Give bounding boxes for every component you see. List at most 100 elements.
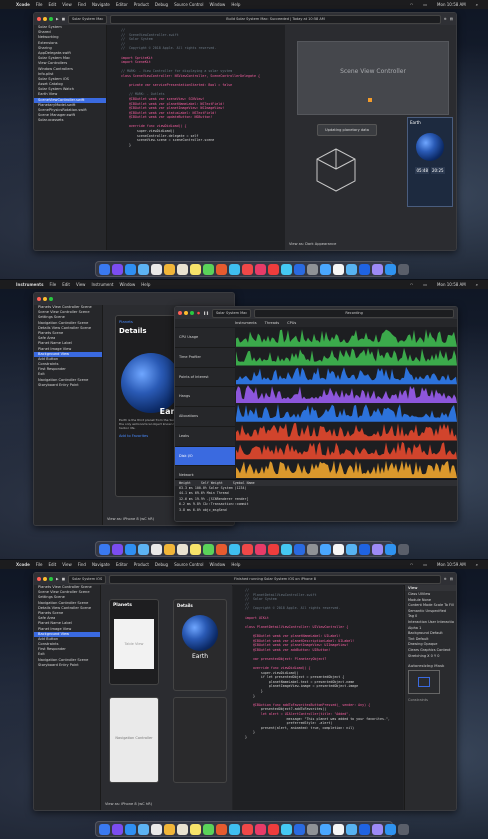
dock-app-icon[interactable] [346, 263, 357, 275]
record-icon[interactable]: ● [197, 311, 200, 315]
navigator-item[interactable]: Solar.xcassets [34, 118, 106, 123]
dock-app-icon[interactable] [190, 263, 201, 275]
device-selector[interactable]: View as: iPhone 8 (wC hR) [107, 517, 154, 521]
dock-app-icon[interactable] [125, 823, 136, 835]
spotlight-icon[interactable]: ⌕ [476, 2, 478, 7]
pause-icon[interactable]: ❚❚ [203, 311, 209, 315]
dock-app-icon[interactable] [320, 823, 331, 835]
menu-product[interactable]: Product [134, 2, 149, 7]
instrument-track-label[interactable]: Time Profiler [175, 348, 235, 368]
close-icon[interactable] [178, 311, 182, 315]
dock-app-icon[interactable] [99, 823, 110, 835]
editor-layout-icon[interactable]: ▤ [450, 17, 453, 21]
minimize-icon[interactable] [184, 311, 188, 315]
dock-app-icon[interactable] [398, 263, 409, 275]
autoresizing-mask-control[interactable] [408, 670, 440, 695]
dock-app-icon[interactable] [346, 543, 357, 555]
menu-debug[interactable]: Debug [155, 2, 168, 7]
wifi-icon[interactable]: ◠ [410, 282, 414, 287]
target-selector[interactable]: Solar System Mac [211, 308, 252, 318]
close-icon[interactable] [37, 17, 41, 21]
dock-app-icon[interactable] [151, 543, 162, 555]
source-editor[interactable]: //// SceneViewController.swift// Solar S… [107, 25, 285, 250]
menu-editor[interactable]: Editor [116, 2, 128, 7]
dock-app-icon[interactable] [281, 543, 292, 555]
inspector-row[interactable]: Interaction User Interaction Enabled [408, 620, 454, 626]
library-icon[interactable]: ⊕ [444, 577, 447, 581]
wifi-icon[interactable]: ◠ [410, 2, 414, 7]
dock-app-icon[interactable] [398, 543, 409, 555]
menu-navigate[interactable]: Navigate [92, 562, 110, 567]
dock-app-icon[interactable] [203, 823, 214, 835]
menu-file[interactable]: File [49, 282, 56, 287]
menu-window[interactable]: Window [119, 282, 135, 287]
instrument-track-label[interactable]: Leaks [175, 427, 235, 447]
menu-view[interactable]: View [62, 2, 72, 7]
timeline-track-graph[interactable] [236, 347, 457, 366]
battery-icon[interactable]: ▭ [423, 562, 427, 567]
dock-app-icon[interactable] [385, 823, 396, 835]
timeline-track-graph[interactable] [236, 460, 457, 478]
run-icon[interactable]: ▶ [56, 577, 59, 581]
dock-app-icon[interactable] [255, 823, 266, 835]
instrument-track-label[interactable]: Disk I/O [175, 446, 235, 467]
settings-scene-phone[interactable] [173, 697, 227, 783]
menu-product[interactable]: Product [134, 562, 149, 567]
timeline-track-graph[interactable] [236, 404, 457, 422]
dock-app-icon[interactable] [372, 263, 383, 275]
dock-app-icon[interactable] [112, 543, 123, 555]
menu-editor[interactable]: Editor [116, 562, 128, 567]
menu-app-name[interactable]: Instruments [16, 282, 43, 287]
timeline-track-graph[interactable] [236, 441, 457, 460]
dock-app-icon[interactable] [359, 823, 370, 835]
timeline-track-graph[interactable] [236, 423, 457, 441]
close-icon[interactable] [37, 297, 41, 301]
tab-cpus[interactable]: CPUs [287, 321, 296, 325]
dock-app-icon[interactable] [385, 543, 396, 555]
menu-file[interactable]: File [36, 2, 43, 7]
dock-app-icon[interactable] [229, 823, 240, 835]
menu-find[interactable]: Find [78, 562, 86, 567]
dock-app-icon[interactable] [333, 543, 344, 555]
code-line[interactable]: } [121, 143, 285, 148]
assistant-editor[interactable]: //// PlanetDetailViewController.swift// … [233, 585, 403, 810]
dock-app-icon[interactable] [242, 263, 253, 275]
dock-app-icon[interactable] [151, 263, 162, 275]
dock-app-icon[interactable] [164, 543, 175, 555]
instrument-track-label[interactable]: CPU Usage [175, 328, 235, 348]
dock-app-icon[interactable] [359, 543, 370, 555]
dock-app-icon[interactable] [216, 543, 227, 555]
timeline-graphs[interactable] [236, 328, 457, 478]
outline-item[interactable]: Storyboard Entry Point [34, 663, 100, 668]
dock-app-icon[interactable] [164, 823, 175, 835]
dock-app-icon[interactable] [242, 543, 253, 555]
dock-app-icon[interactable] [229, 263, 240, 275]
appearance-toggle[interactable]: View as: Dark Appearance [289, 242, 336, 246]
run-icon[interactable]: ▶ [56, 17, 59, 21]
menu-app-name[interactable]: Xcode [16, 562, 30, 567]
menu-help[interactable]: Help [141, 282, 150, 287]
wifi-icon[interactable]: ◠ [410, 562, 414, 567]
dock-app-icon[interactable] [125, 263, 136, 275]
dock-app-icon[interactable] [164, 263, 175, 275]
dock-app-icon[interactable] [307, 263, 318, 275]
dock-app-icon[interactable] [138, 543, 149, 555]
dock-app-icon[interactable] [359, 263, 370, 275]
code-line[interactable]: } [245, 735, 403, 740]
menu-instrument[interactable]: Instrument [91, 282, 113, 287]
dock-app-icon[interactable] [320, 543, 331, 555]
navigation-controller-scene[interactable]: Navigation Controller [109, 697, 159, 783]
minimize-icon[interactable] [43, 297, 47, 301]
dock-app-icon[interactable] [307, 823, 318, 835]
dock-app-icon[interactable] [281, 263, 292, 275]
timeline-track-graph[interactable] [236, 329, 457, 347]
dock-app-icon[interactable] [112, 263, 123, 275]
menu-find[interactable]: Find [78, 2, 86, 7]
dock-app-icon[interactable] [229, 543, 240, 555]
dock-app-icon[interactable] [177, 263, 188, 275]
inspector-row[interactable]: Clears Graphics Context [408, 648, 454, 654]
dock-app-icon[interactable] [346, 823, 357, 835]
spotlight-icon[interactable]: ⌕ [476, 282, 478, 287]
dock-app-icon[interactable] [294, 823, 305, 835]
inspector-row[interactable]: Content Mode Scale To Fill [408, 603, 454, 609]
